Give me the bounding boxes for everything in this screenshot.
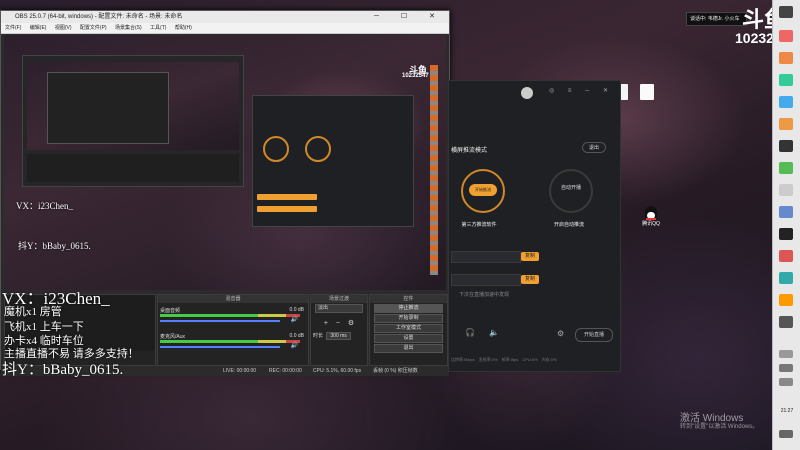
app-icon[interactable]: [779, 272, 793, 284]
transition-select[interactable]: 淡出: [315, 304, 363, 313]
gear-icon[interactable]: ⚙: [557, 329, 564, 338]
clock[interactable]: 21:27: [775, 408, 799, 414]
douyu-assistant-window: ◎ ≡ ─ ✕ 横屏推流模式 退出 开始推流 第三方推流软件 自动开播 开启自动…: [448, 80, 621, 372]
tray-icon[interactable]: [779, 364, 793, 372]
cpu-fps: CPU: 5.1%, 60.00 fps: [313, 368, 362, 374]
window-controls[interactable]: ◎ ≡ ─ ✕: [549, 87, 614, 94]
obs-preview[interactable]: 斗鱼 10232547 VX：i23Chen_ 抖Y：bBaby_0615.: [4, 35, 446, 290]
mode-title: 横屏推流模式: [451, 148, 488, 154]
overlay-vx-small: VX：i23Chen_: [16, 201, 73, 211]
app-icon[interactable]: [779, 184, 793, 196]
desktop-icon-label: 腾讯QQ: [642, 221, 660, 227]
audio-mixer-panel: 混音器 桌面音频 0.0 dB 🔊 麦克风/Aux 0.0 dB 🔊: [157, 294, 309, 366]
window-title: OBS 25.0.7 (64-bit, windows) - 配置文件: 未命名…: [15, 14, 183, 20]
nested-douyu-window: [252, 95, 414, 227]
tool-desc: 第三方推流软件: [461, 222, 497, 228]
menu-scene-collection[interactable]: 场景集合(S): [115, 25, 142, 31]
add-transition-button[interactable]: +: [324, 320, 328, 327]
overlay-line: 抖Y：bBaby_0615.: [2, 362, 124, 378]
menu-view[interactable]: 视图(V): [55, 25, 72, 31]
rec-timer: REC: 00:00:00: [269, 368, 302, 374]
obs-menubar: 文件(F) 编辑(E) 视图(V) 配置文件(P) 场景集合(S) 工具(T) …: [1, 23, 449, 34]
transitions-panel: 场景过渡 淡出 + − ⚙ 时长 300 ms: [310, 294, 368, 366]
tool-desc: 开启自动推流: [553, 222, 584, 228]
speaker-icon[interactable]: 🔊: [291, 316, 298, 323]
exit-button[interactable]: 退出: [581, 142, 606, 153]
speaker-icon[interactable]: 🔊: [291, 342, 298, 349]
panel-title: 场景过渡: [311, 295, 367, 303]
desktop-icon-qq[interactable]: 腾讯QQ: [636, 206, 666, 234]
copy-key-button[interactable]: 复制: [521, 275, 539, 284]
exit-button[interactable]: 退出: [374, 344, 443, 353]
app-icon[interactable]: [779, 96, 793, 108]
tray-icon[interactable]: [779, 350, 793, 358]
mixer-track-level: 0.0 dB: [289, 333, 304, 339]
notification-icon[interactable]: [779, 430, 793, 438]
duration-label: 时长: [313, 333, 324, 339]
volume-slider[interactable]: [160, 320, 280, 322]
studio-mode-button[interactable]: 工作室模式: [374, 324, 443, 333]
windows-start-icon[interactable]: [779, 6, 793, 18]
stop-streaming-button[interactable]: 停止推流: [374, 304, 443, 313]
mic-icon[interactable]: 🎧: [465, 328, 475, 337]
app-icon[interactable]: [779, 228, 793, 240]
avatar[interactable]: [521, 87, 533, 99]
menu-tools[interactable]: 工具(T): [150, 25, 166, 31]
menu-file[interactable]: 文件(F): [5, 25, 21, 31]
duration-input[interactable]: 300 ms: [326, 332, 351, 340]
app-icon[interactable]: [779, 294, 793, 306]
transition-settings-icon[interactable]: ⚙: [348, 320, 354, 327]
mixer-track-level: 0.0 dB: [289, 307, 304, 313]
auto-live-circle[interactable]: 自动开播: [549, 169, 593, 213]
desktop-file-icon[interactable]: [640, 84, 654, 100]
app-icon[interactable]: [779, 74, 793, 86]
panel-title: 控件: [370, 295, 447, 303]
obs-window: OBS 25.0.7 (64-bit, windows) - 配置文件: 未命名…: [0, 10, 450, 376]
menu-help[interactable]: 帮助(H): [175, 25, 192, 31]
app-icon[interactable]: [779, 250, 793, 262]
overlay-line: 魔机x1 房管: [4, 306, 62, 318]
live-timer: LIVE: 00:00:00: [223, 368, 257, 374]
start-recording-button[interactable]: 开始录制: [374, 314, 443, 323]
start-live-button[interactable]: 开始直播: [575, 328, 613, 342]
obs-titlebar: OBS 25.0.7 (64-bit, windows) - 配置文件: 未命名…: [1, 11, 449, 23]
app-icon[interactable]: [779, 118, 793, 130]
app-icon[interactable]: [779, 140, 793, 152]
notification-toast[interactable]: 谈话中: 韦德Jr. 小火车: [686, 12, 747, 26]
menu-edit[interactable]: 编辑(E): [30, 25, 47, 31]
dropped-frames: 丢帧 (0 %) 积压帧数: [373, 368, 418, 374]
volume-meter: [160, 340, 300, 343]
app-icon[interactable]: [779, 162, 793, 174]
copy-url-button[interactable]: 复制: [521, 252, 539, 261]
overlay-douyin-small: 抖Y：bBaby_0615.: [18, 241, 91, 251]
app-icon[interactable]: [779, 316, 793, 328]
penguin-icon: [645, 206, 657, 220]
menu-profile[interactable]: 配置文件(P): [80, 25, 107, 31]
app-icon[interactable]: [779, 52, 793, 64]
controls-panel: 控件 停止推流 开始录制 工作室模式 设置 退出: [369, 294, 448, 366]
tray-icon[interactable]: [779, 378, 793, 386]
volume-slider[interactable]: [160, 346, 280, 348]
app-icon[interactable]: [779, 206, 793, 218]
stream-key-field[interactable]: [451, 274, 521, 286]
activation-desc: 转到"设置"以激活 Windows。: [680, 424, 759, 430]
app-icon[interactable]: [779, 30, 793, 42]
panel-title: 混音器: [158, 295, 308, 303]
start-streaming-circle[interactable]: 开始推流: [461, 169, 505, 213]
hint-text: 下次在直播加速中发现: [459, 292, 510, 298]
stats-bar: 比特率:0kbps 丢帧率:0% 帧率:0fps CPU:0% 内存:0%: [451, 357, 557, 362]
remove-transition-button[interactable]: −: [336, 320, 340, 327]
window-controls[interactable]: ─ ☐ ✕: [374, 11, 445, 23]
nested-obs-preview: [22, 55, 244, 187]
settings-button[interactable]: 设置: [374, 334, 443, 343]
volume-icon[interactable]: 🔈: [489, 328, 499, 337]
taskbar: 21:27: [772, 0, 800, 450]
volume-meter: [160, 314, 300, 317]
mixer-track-name: 麦克风/Aux: [160, 334, 186, 340]
stream-url-field[interactable]: [451, 251, 521, 263]
room-id-mini: 10232547: [402, 73, 429, 79]
mixer-track-name: 桌面音频: [160, 308, 181, 314]
